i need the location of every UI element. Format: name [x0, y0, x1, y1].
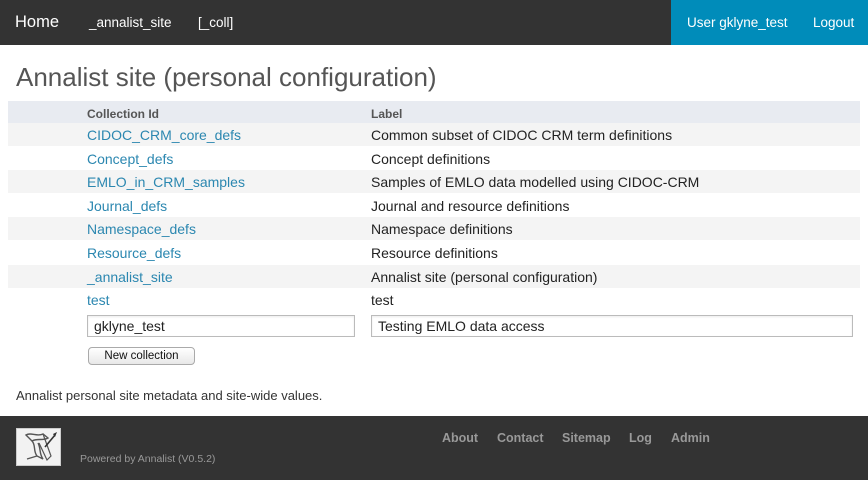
- collection-label: test: [371, 292, 394, 308]
- top-nav-bar: Home _annalist_site [_coll] User gklyne_…: [0, 0, 868, 45]
- collection-label: Common subset of CIDOC CRM term definiti…: [371, 127, 673, 143]
- footer-sitemap-link[interactable]: Sitemap: [562, 431, 611, 445]
- footer-contact-link[interactable]: Contact: [497, 431, 544, 445]
- powered-by-text: Powered by Annalist (V0.5.2): [80, 453, 216, 465]
- nav-home-link[interactable]: Home: [15, 13, 59, 32]
- collection-id-link[interactable]: CIDOC_CRM_core_defs: [87, 127, 241, 143]
- footer-about-link[interactable]: About: [442, 431, 478, 445]
- table-row: Namespace_defs Namespace definitions: [8, 217, 860, 240]
- logout-link[interactable]: Logout: [813, 15, 854, 30]
- collection-id-link[interactable]: _annalist_site: [87, 269, 173, 285]
- page-title: Annalist site (personal configuration): [16, 62, 437, 92]
- table-row: Journal_defs Journal and resource defini…: [8, 194, 860, 217]
- footer: Powered by Annalist (V0.5.2) About Conta…: [0, 416, 868, 480]
- table-row: test test: [8, 288, 860, 311]
- new-collection-label-input[interactable]: [371, 315, 853, 337]
- collection-id-link[interactable]: EMLO_in_CRM_samples: [87, 174, 245, 190]
- user-profile-link[interactable]: User gklyne_test: [687, 15, 788, 30]
- user-box: User gklyne_test Logout: [671, 0, 868, 45]
- collection-id-link[interactable]: Resource_defs: [87, 245, 181, 261]
- collection-label: Journal and resource definitions: [371, 198, 570, 214]
- table-header: Collection Id Label: [8, 101, 860, 123]
- column-header-collection-id: Collection Id: [87, 107, 159, 121]
- collection-label: Samples of EMLO data modelled using CIDO…: [371, 174, 700, 190]
- site-metadata-text: Annalist personal site metadata and site…: [16, 388, 323, 403]
- footer-admin-link[interactable]: Admin: [671, 431, 710, 445]
- collection-label: Annalist site (personal configuration): [371, 269, 598, 285]
- collection-label: Namespace definitions: [371, 221, 513, 237]
- collection-label: Concept definitions: [371, 151, 491, 167]
- new-collection-id-input[interactable]: [87, 315, 355, 337]
- table-row: EMLO_in_CRM_samples Samples of EMLO data…: [8, 170, 860, 193]
- footer-log-link[interactable]: Log: [629, 431, 652, 445]
- annalist-logo-icon: [16, 428, 61, 466]
- collection-id-link[interactable]: test: [87, 292, 110, 308]
- nav-coll-link[interactable]: [_coll]: [198, 15, 233, 30]
- collection-id-link[interactable]: Namespace_defs: [87, 221, 196, 237]
- collection-id-link[interactable]: Journal_defs: [87, 198, 167, 214]
- table-row: Resource_defs Resource definitions: [8, 241, 860, 264]
- nav-site-link[interactable]: _annalist_site: [89, 15, 172, 30]
- table-row: _annalist_site Annalist site (personal c…: [8, 265, 860, 288]
- table-row: CIDOC_CRM_core_defs Common subset of CID…: [8, 123, 860, 146]
- column-header-label: Label: [371, 107, 403, 121]
- collection-label: Resource definitions: [371, 245, 498, 261]
- collection-id-link[interactable]: Concept_defs: [87, 151, 173, 167]
- table-row: Concept_defs Concept definitions: [8, 147, 860, 170]
- new-collection-button[interactable]: New collection: [88, 347, 195, 365]
